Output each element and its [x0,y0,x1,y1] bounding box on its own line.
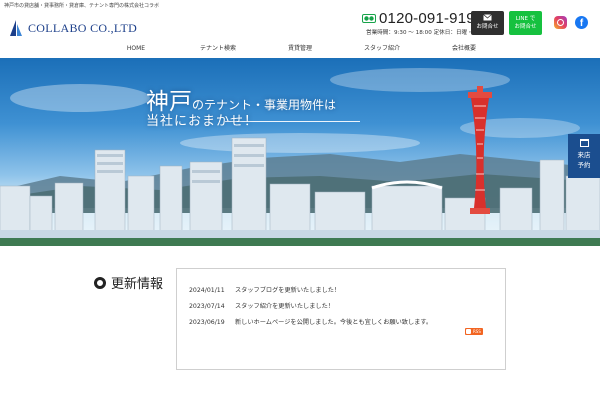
phone-block[interactable]: 0120-091-919 [362,10,475,27]
news-item[interactable]: 2024/01/11 スタッフブログを更新いたしました！ [189,285,340,294]
rss-icon[interactable]: RSS [465,328,483,335]
line-button-label-2: お問合せ [514,24,537,30]
business-hours: 営業時間：9:30 〜 18:00 定休日：日曜・祝日 [366,30,484,36]
logo-text: COLLABO CO.,LTD [28,20,138,35]
phone-number: 0120-091-919 [379,10,475,27]
site-logo[interactable]: COLLABO CO.,LTD [8,18,137,38]
news-heading: 更新情報 [94,273,163,292]
line-contact-button[interactable]: LINE で お問合せ [509,11,542,35]
hero-banner: 神戸のテナント・事業用物件は 当社におまかせ！ 来店 予約 [0,58,600,246]
site-tagline: 神戸市の貸店舗・貸事務所・貸倉庫、テナント専門の株式会社コラボ [4,3,160,9]
hero-headline-line2: 当社におまかせ！ [146,114,259,129]
nav-item-staff[interactable]: スタッフ紹介 [341,43,423,55]
news-item[interactable]: 2023/07/14 スタッフ紹介を更新いたしました！ [189,301,334,310]
calendar-icon [579,139,589,147]
nav-item-home[interactable]: HOME [95,43,177,55]
visit-tab-label-2: 予約 [577,161,591,169]
nav-item-tenant-search[interactable]: テナント検索 [177,43,259,55]
line-button-label-1: LINE で [515,16,536,22]
circle-icon [94,276,106,289]
news-date: 2023/06/19 [189,319,225,326]
news-list: 2024/01/11 スタッフブログを更新いたしました！ 2023/07/14 スタ… [176,268,506,370]
news-title: 更新情報 [111,277,164,292]
news-text: 新しいホームページを公開しました。今後とも宜しくお願い致します。 [235,319,433,326]
nav-item-company[interactable]: 会社概要 [423,43,505,55]
visit-reservation-tab[interactable]: 来店 予約 [568,134,600,178]
facebook-icon[interactable]: f [575,16,588,29]
news-date: 2023/07/14 [189,303,225,310]
main-nav: HOME テナント検索 賃貸管理 スタッフ紹介 会社概要 [95,43,505,55]
mail-icon [483,14,492,21]
nav-item-rental-management[interactable]: 賃貸管理 [259,43,341,55]
rss-label: RSS [473,329,481,334]
news-text: スタッフブログを更新いたしました！ [235,287,341,294]
news-item[interactable]: 2023/06/19 新しいホームページを公開しました。今後とも宜しくお願い致しま… [189,317,432,326]
contact-button[interactable]: お問合せ [471,11,504,35]
news-text: スタッフ紹介を更新いたしました！ [235,303,334,310]
visit-tab-label-1: 来店 [577,151,591,159]
page: 神戸市の貸店舗・貸事務所・貸倉庫、テナント専門の株式会社コラボ COLLABO … [0,0,600,400]
logo-mark-icon [10,20,22,36]
free-dial-icon [362,14,376,23]
news-date: 2024/01/11 [189,287,225,294]
instagram-icon[interactable] [554,16,567,29]
contact-button-label: お問合せ [476,24,499,30]
